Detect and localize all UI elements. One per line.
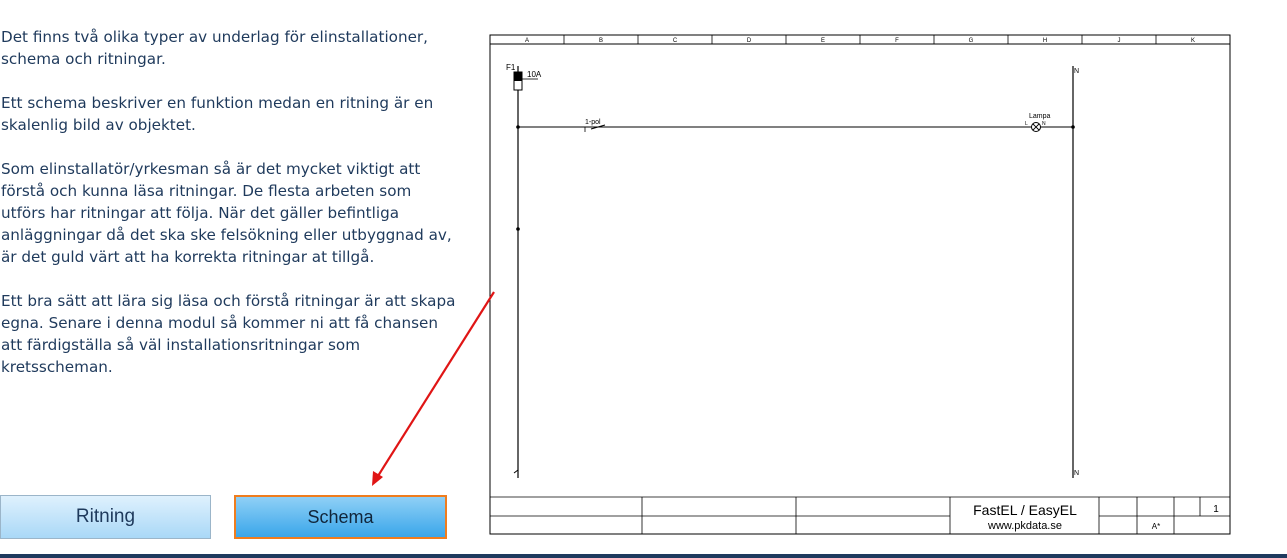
schematic-drawing: A B C D E F G H J K N N F1 10A 1-pol Lampa L N Fa… (372, 34, 1231, 535)
company-name: FastEL / EasyEL (973, 502, 1077, 518)
lamp-l-mark: L (1025, 121, 1028, 127)
lamp-label: Lampa (1029, 113, 1051, 120)
sheet-number: 1 (1213, 504, 1219, 515)
column-letter: J (1118, 38, 1121, 44)
column-letter: C (673, 38, 678, 44)
lamp-icon (1031, 122, 1041, 132)
column-letter: F (895, 38, 899, 44)
neutral-bottom-mark: N (1074, 470, 1079, 477)
schema-button[interactable]: Schema (234, 495, 447, 539)
column-letter: E (821, 38, 825, 44)
column-letter: D (747, 38, 752, 44)
switch-label: 1-pol (585, 119, 601, 126)
column-letter: B (599, 38, 603, 44)
column-letter: A (525, 38, 529, 44)
fuse-label: F1 (506, 63, 516, 72)
column-letter: G (969, 38, 974, 44)
column-letter: H (1043, 38, 1047, 44)
column-letter: K (1191, 38, 1195, 44)
revision-mark: A* (1152, 522, 1160, 531)
arrow-icon (372, 291, 495, 486)
neutral-top-mark: N (1074, 68, 1079, 75)
sheet-frame (489, 34, 1231, 535)
lamp-n-mark: N (1042, 121, 1046, 127)
bottom-bar (0, 554, 1287, 558)
fuse-rating: 10A (527, 70, 542, 79)
ritning-button[interactable]: Ritning (0, 495, 211, 539)
company-website: www.pkdata.se (987, 520, 1062, 532)
